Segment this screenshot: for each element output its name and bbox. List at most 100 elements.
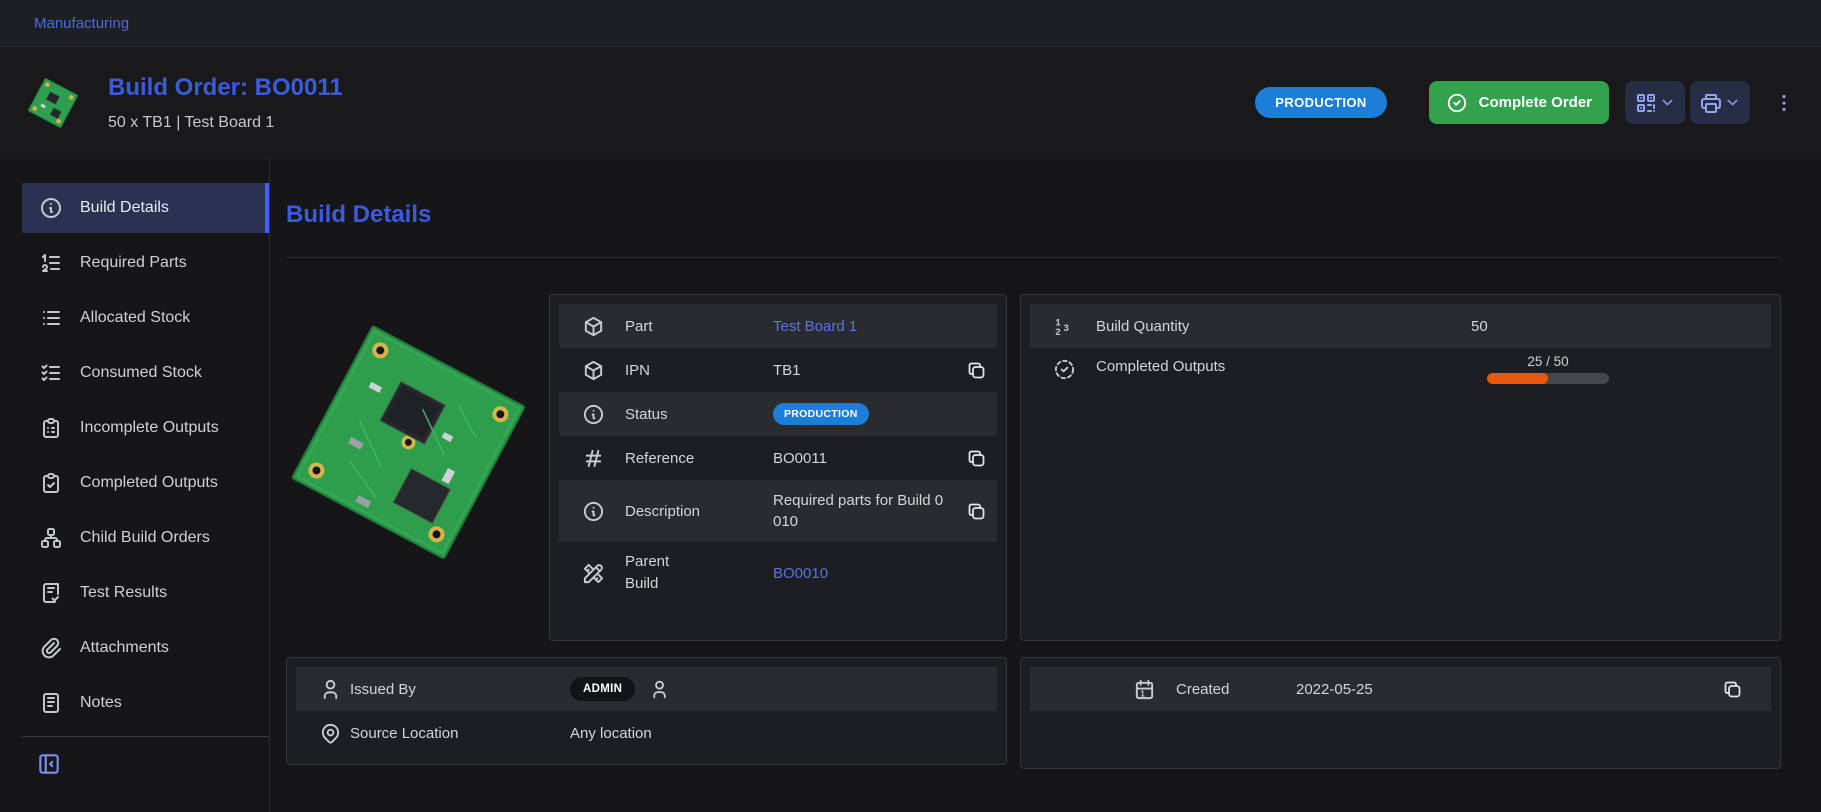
map-pin-icon xyxy=(306,722,350,745)
sidebar-item-label: Consumed Stock xyxy=(80,364,202,382)
copy-created-button[interactable] xyxy=(1722,679,1743,700)
sidebar-item-label: Allocated Stock xyxy=(80,309,190,327)
reference-label: Reference xyxy=(625,450,773,467)
info-circle-icon xyxy=(39,196,63,220)
paperclip-icon xyxy=(39,636,63,660)
status-row: Status PRODUCTION xyxy=(559,392,997,436)
svg-text:1: 1 xyxy=(1140,689,1145,698)
created-row: 1 Created 2022-05-25 xyxy=(1030,667,1771,711)
printer-icon xyxy=(1699,91,1723,115)
qrcode-icon xyxy=(1634,91,1658,115)
issued-by-row: Issued By ADMIN xyxy=(296,667,997,711)
sitemap-icon xyxy=(39,526,63,550)
reference-row: Reference BO0011 xyxy=(559,436,997,480)
copy-ipn-button[interactable] xyxy=(966,360,987,381)
sidebar-item-attachments[interactable]: Attachments xyxy=(22,623,269,673)
part-details-card: Part Test Board 1 IPN TB1 xyxy=(549,294,1007,641)
progress-bar xyxy=(1487,373,1609,384)
print-actions-button[interactable] xyxy=(1690,81,1750,124)
build-progress-card: 1 2 3 Build Quantity 50 Completed Output… xyxy=(1020,294,1781,641)
sidebar-item-allocated-stock[interactable]: Allocated Stock xyxy=(22,293,269,343)
user-icon xyxy=(306,678,350,701)
completed-outputs-label: Completed Outputs xyxy=(1096,358,1471,375)
description-value: Required parts for Build 0010 xyxy=(773,490,945,532)
copy-reference-button[interactable] xyxy=(966,448,987,469)
heading-divider xyxy=(286,257,1781,258)
sidebar-item-child-build-orders[interactable]: Child Build Orders xyxy=(22,513,269,563)
sidebar-item-completed-outputs[interactable]: Completed Outputs xyxy=(22,458,269,508)
file-check-icon xyxy=(39,581,63,605)
progress-fill xyxy=(1487,373,1548,384)
ipn-label: IPN xyxy=(625,362,773,379)
sidebar-item-notes[interactable]: Notes xyxy=(22,678,269,728)
user-icon xyxy=(649,679,670,700)
breadcrumb: Manufacturing xyxy=(0,0,1821,47)
calendar-icon: 1 xyxy=(1120,678,1176,701)
sidebar-item-required-parts[interactable]: Required Parts xyxy=(22,238,269,288)
parent-build-link[interactable]: BO0010 xyxy=(773,565,828,582)
issued-by-badge: ADMIN xyxy=(570,677,635,701)
circle-check-icon xyxy=(1446,92,1468,114)
hash-icon xyxy=(569,447,625,470)
svg-text:3: 3 xyxy=(1064,322,1069,333)
info-circle-icon xyxy=(569,403,625,426)
header-actions: PRODUCTION Complete Order xyxy=(1255,81,1801,124)
list-numbers-icon xyxy=(39,251,63,275)
ipn-value: TB1 xyxy=(773,362,966,379)
sidebar-item-label: Attachments xyxy=(80,639,169,657)
sidebar-item-consumed-stock[interactable]: Consumed Stock xyxy=(22,348,269,398)
part-label: Part xyxy=(625,318,773,335)
created-card: 1 Created 2022-05-25 xyxy=(1020,657,1781,769)
overflow-menu-button[interactable] xyxy=(1767,81,1801,124)
numbers-123-icon: 1 2 3 xyxy=(1040,315,1096,338)
panel-heading: Build Details xyxy=(286,201,1781,229)
description-row: Description Required parts for Build 001… xyxy=(559,480,997,542)
completed-outputs-row: Completed Outputs 25 / 50 xyxy=(1030,348,1771,392)
chevron-down-icon xyxy=(1724,94,1741,111)
sidebar-divider xyxy=(22,736,269,737)
part-thumbnail-image[interactable] xyxy=(24,74,82,132)
sidebar-item-label: Required Parts xyxy=(80,254,187,272)
breadcrumb-link-manufacturing[interactable]: Manufacturing xyxy=(34,15,129,32)
part-link[interactable]: Test Board 1 xyxy=(773,318,857,335)
box-icon xyxy=(569,359,625,382)
issue-details-card: Issued By ADMIN Source Location Any loca… xyxy=(286,657,1007,765)
tools-icon xyxy=(569,562,625,585)
created-value: 2022-05-25 xyxy=(1296,681,1722,698)
build-quantity-row: 1 2 3 Build Quantity 50 xyxy=(1030,304,1771,348)
parent-build-label: Parent Build xyxy=(625,551,773,596)
page-subtitle: 50 x TB1 | Test Board 1 xyxy=(108,114,343,132)
collapse-sidebar-button[interactable] xyxy=(36,751,62,777)
completed-outputs-progress: 25 / 50 xyxy=(1487,354,1609,384)
part-row: Part Test Board 1 xyxy=(559,304,997,348)
sidebar: Build Details Required Parts Allocated S… xyxy=(0,159,270,812)
list-check-icon xyxy=(39,361,63,385)
sidebar-item-incomplete-outputs[interactable]: Incomplete Outputs xyxy=(22,403,269,453)
sidebar-item-build-details[interactable]: Build Details xyxy=(22,183,269,233)
complete-order-label: Complete Order xyxy=(1479,94,1592,111)
page-title: Build Order: BO0011 xyxy=(108,74,343,102)
sidebar-item-test-results[interactable]: Test Results xyxy=(22,568,269,618)
status-badge: PRODUCTION xyxy=(1255,87,1386,118)
sidebar-item-label: Child Build Orders xyxy=(80,529,210,547)
complete-order-button[interactable]: Complete Order xyxy=(1429,81,1609,124)
copy-description-button[interactable] xyxy=(966,501,987,522)
progress-text: 25 / 50 xyxy=(1487,354,1609,369)
info-circle-icon xyxy=(569,500,625,523)
description-label: Description xyxy=(625,503,773,520)
clipboard-list-icon xyxy=(39,416,63,440)
svg-text:2: 2 xyxy=(1055,327,1060,338)
sidebar-collapse-icon xyxy=(36,751,62,777)
source-location-row: Source Location Any location xyxy=(296,711,997,755)
barcode-actions-button[interactable] xyxy=(1625,81,1685,124)
build-quantity-value: 50 xyxy=(1471,318,1761,335)
title-block: Build Order: BO0011 50 x TB1 | Test Boar… xyxy=(108,74,343,132)
sidebar-item-label: Build Details xyxy=(80,199,169,217)
sidebar-item-label: Incomplete Outputs xyxy=(80,419,219,437)
reference-value: BO0011 xyxy=(773,450,966,467)
created-label: Created xyxy=(1176,681,1296,698)
status-value-badge: PRODUCTION xyxy=(773,403,869,425)
source-location-label: Source Location xyxy=(350,725,570,742)
issued-by-label: Issued By xyxy=(350,681,570,698)
chevron-down-icon xyxy=(1659,94,1676,111)
